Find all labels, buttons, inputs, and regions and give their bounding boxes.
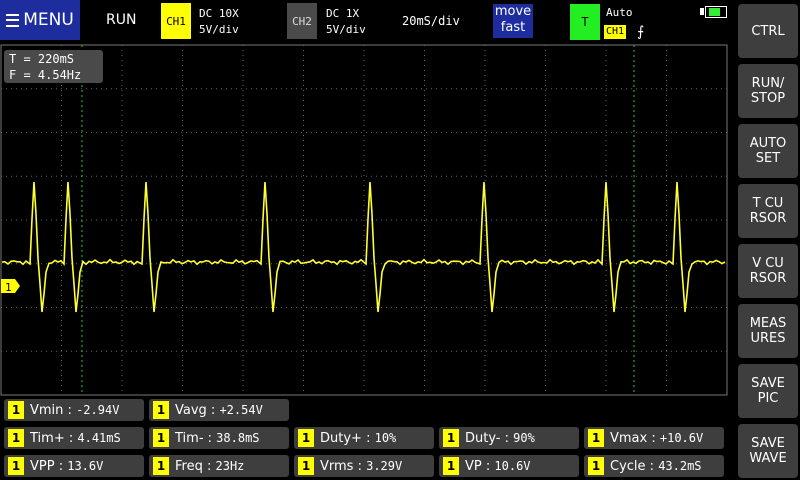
measurement-name: VP: [465, 458, 482, 474]
sidebar-button-tcursor[interactable]: T CU RSOR: [738, 184, 798, 238]
measurement-freq-8[interactable]: 1 Freq : 23Hz: [149, 455, 289, 477]
measurement-value: 4.41mS: [77, 431, 121, 445]
ch2-coupling: DC 1X: [326, 7, 360, 20]
measurement-channel-badge: 1: [8, 457, 24, 475]
measurement-channel-badge: 1: [153, 401, 169, 419]
battery-icon: [705, 6, 727, 18]
trigger-channel: CH1: [604, 25, 627, 39]
measurement-value: +10.6V: [659, 431, 704, 445]
ch1-marker-label: 1: [5, 281, 12, 294]
measurement-tim-2[interactable]: 1 Tim+ : 4.41mS: [4, 427, 144, 449]
sidebar-button-measures[interactable]: MEAS URES: [738, 304, 798, 358]
measurement-value: 10.6V: [494, 459, 531, 473]
measurement-separator: :: [645, 458, 659, 474]
ch2-button[interactable]: CH2: [287, 3, 317, 39]
measurement-name: Cycle: [610, 458, 646, 474]
ch2-scale: 5V/div: [326, 23, 366, 36]
measurement-value: 10%: [374, 431, 397, 445]
measurement-separator: :: [500, 430, 514, 446]
measurement-name: Vmin: [30, 402, 64, 418]
measurement-duty-4[interactable]: 1 Duty+ : 10%: [294, 427, 434, 449]
ch1-scale: 5V/div: [199, 23, 239, 36]
move-speed: fast: [500, 20, 526, 35]
measurement-separator: :: [647, 430, 660, 446]
sidebar-button-ctrl[interactable]: CTRL: [738, 4, 798, 58]
trigger-button[interactable]: T: [570, 4, 600, 40]
measurement-channel-badge: 1: [588, 457, 604, 475]
measurement-channel-badge: 1: [153, 457, 169, 475]
trigger-mode: Auto: [606, 6, 633, 19]
measurement-name: Tim+: [30, 430, 65, 446]
measurement-name: Duty-: [465, 430, 501, 446]
measurement-channel-badge: 1: [153, 429, 169, 447]
run-state[interactable]: RUN: [106, 12, 136, 28]
measurement-value: 38.8mS: [216, 431, 260, 445]
measurement-name: VPP: [30, 458, 55, 474]
measurement-tim-3[interactable]: 1 Tim- : 38.8mS: [149, 427, 289, 449]
measurement-vavg-1[interactable]: 1 Vavg : +2.54V: [149, 399, 289, 421]
battery-level: [709, 8, 721, 16]
measurement-name: Vrms: [320, 458, 354, 474]
measurement-vpp-7[interactable]: 1 VPP : 13.6V: [4, 455, 144, 477]
measurement-value: +2.54V: [219, 403, 263, 417]
menu-label: MENU: [23, 10, 74, 30]
measurement-value: 23Hz: [215, 459, 245, 473]
ch1-info: DC 10X 5V/div: [199, 6, 239, 38]
timebase[interactable]: 20mS/div: [402, 14, 460, 28]
measurement-separator: :: [361, 430, 375, 446]
measurement-cycle-11[interactable]: 1 Cycle : 43.2mS: [584, 455, 724, 477]
ch1-waveform: [1, 181, 726, 313]
measurement-separator: :: [64, 430, 78, 446]
measurement-channel-badge: 1: [588, 429, 604, 447]
period-frequency-readout: T = 220mS F = 4.54Hz: [4, 50, 103, 83]
hamburger-icon: [6, 13, 20, 27]
measurement-vrms-9[interactable]: 1 Vrms : 3.29V: [294, 455, 434, 477]
measurement-value: -2.94V: [76, 403, 120, 417]
measurement-channel-badge: 1: [298, 429, 314, 447]
measurement-name: Freq: [175, 458, 203, 474]
measurement-vp-10[interactable]: 1 VP : 10.6V: [439, 455, 579, 477]
frequency-readout: F = 4.54Hz: [9, 68, 82, 82]
ch1-coupling: DC 10X: [199, 7, 239, 20]
measurement-channel-badge: 1: [443, 457, 459, 475]
ch1-button[interactable]: CH1: [161, 3, 191, 39]
measurement-duty-5[interactable]: 1 Duty- : 90%: [439, 427, 579, 449]
sidebar-button-savewave[interactable]: SAVE WAVE: [738, 424, 798, 478]
measurement-separator: :: [63, 402, 77, 418]
measurement-value: 43.2mS: [658, 459, 702, 473]
menu-button[interactable]: MENU: [0, 0, 80, 40]
move-speed-button[interactable]: move fast: [493, 4, 533, 38]
measurement-name: Vavg: [175, 402, 207, 418]
sidebar-button-runstop[interactable]: RUN/ STOP: [738, 64, 798, 118]
measurement-separator: :: [206, 402, 220, 418]
measurement-vmax-6[interactable]: 1 Vmax : +10.6V: [584, 427, 724, 449]
sidebar-button-savepic[interactable]: SAVE PIC: [738, 364, 798, 418]
measurement-name: Duty+: [320, 430, 362, 446]
measurement-channel-badge: 1: [298, 457, 314, 475]
measurement-value: 3.29V: [366, 459, 403, 473]
measurement-value: 90%: [513, 431, 535, 445]
measurement-vmin-0[interactable]: 1 Vmin : -2.94V: [4, 399, 144, 421]
ch2-info: DC 1X 5V/div: [326, 6, 366, 38]
sidebar-button-vcursor[interactable]: V CU RSOR: [738, 244, 798, 298]
period-readout: T = 220mS: [9, 52, 75, 66]
top-status-bar: MENU RUN CH1 DC 10X 5V/div CH2 DC 1X 5V/…: [0, 0, 735, 44]
measurement-separator: :: [481, 458, 495, 474]
measurement-separator: :: [203, 430, 217, 446]
measurement-separator: :: [54, 458, 68, 474]
measurement-separator: :: [202, 458, 216, 474]
measurement-separator: :: [353, 458, 367, 474]
battery-tip: [700, 8, 704, 15]
sidebar-button-autoset[interactable]: AUTO SET: [738, 124, 798, 178]
move-label: move: [494, 4, 532, 19]
right-sidebar: CTRL RUN/ STOP AUTO SET T CU RSOR V CU RSOR M…: [736, 0, 800, 480]
measurement-value: 13.6V: [67, 459, 104, 473]
measurement-channel-badge: 1: [443, 429, 459, 447]
measurement-name: Tim-: [175, 430, 204, 446]
measurement-channel-badge: 1: [8, 429, 24, 447]
measurement-name: Vmax: [610, 430, 648, 446]
rising-edge-icon: ⨍: [637, 24, 645, 40]
measurement-channel-badge: 1: [8, 401, 24, 419]
